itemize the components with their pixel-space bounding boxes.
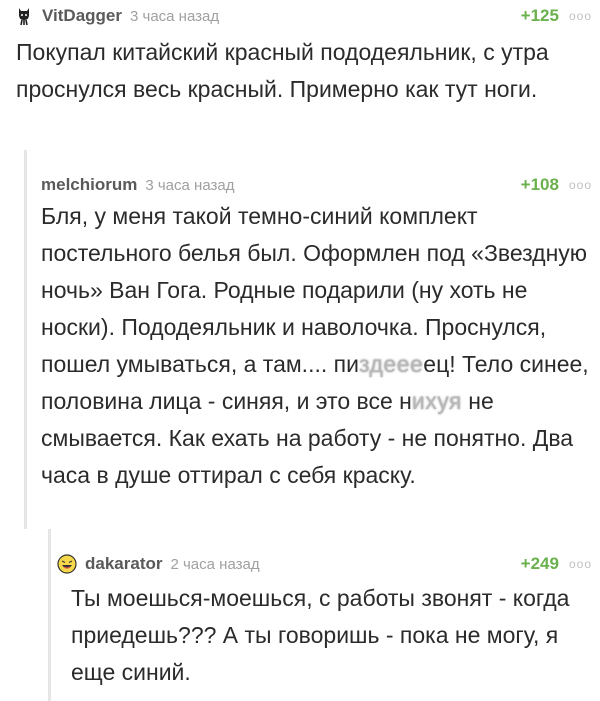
author-name[interactable]: dakarator	[85, 554, 162, 574]
comment-header: VitDagger 3 часа назад +125 ooo	[14, 4, 592, 28]
comment-text: Покупал китайский красный пододеяльник, …	[16, 39, 549, 102]
more-options-icon[interactable]: ooo	[569, 178, 592, 192]
comment-header: melchiorum 3 часа назад +108 ooo	[41, 173, 592, 197]
laughing-smiley-avatar-icon[interactable]	[57, 554, 77, 574]
comment-reply: melchiorum 3 часа назад +108 ooo Бля, у …	[24, 150, 600, 529]
comment-rating: +125	[520, 6, 559, 25]
cat-avatar-icon[interactable]	[14, 6, 34, 26]
comment: VitDagger 3 часа назад +125 ooo Покупал …	[0, 0, 600, 150]
author-name[interactable]: VitDagger	[42, 6, 122, 26]
comment-time: 3 часа назад	[145, 176, 235, 194]
comment-text: Ты моешься-моешься, с работы звонят - ко…	[71, 585, 570, 685]
censored-word: здеее	[358, 351, 424, 377]
more-options-icon[interactable]: ooo	[569, 9, 592, 23]
comment-header: dakarator 2 часа назад +249 ooo	[57, 552, 592, 576]
comment-time: 2 часа назад	[170, 555, 260, 573]
author-name[interactable]: melchiorum	[41, 175, 137, 195]
comment-rating: +249	[520, 554, 559, 573]
more-options-icon[interactable]: ooo	[569, 557, 592, 571]
comment-reply: dakarator 2 часа назад +249 ooo Ты моешь…	[48, 529, 600, 701]
censored-word: ихуя	[411, 388, 462, 414]
comment-rating: +108	[520, 175, 559, 194]
comment-time: 3 часа назад	[130, 7, 220, 25]
comment-text: Бля, у меня такой темно-синий комплект п…	[41, 198, 597, 494]
